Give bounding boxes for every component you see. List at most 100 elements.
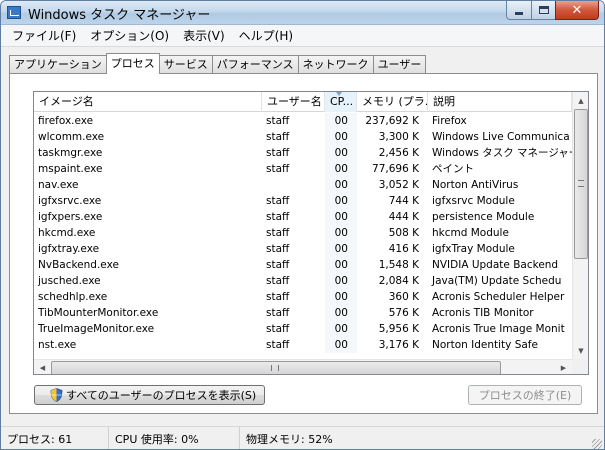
cell-description: Norton AntiVirus [432,179,519,191]
cell-memory: 1,548 K [378,259,419,271]
menu-help[interactable]: ヘルプ(H) [233,25,299,46]
table-row[interactable]: nst.exe staff 00 3,176 K Norton Identity Saf… [34,337,572,353]
title-bar[interactable]: Windows タスク マネージャー ✕ [1,1,604,25]
cell-image-name: nst.exe [38,339,77,351]
tab-applications[interactable]: アプリケーション [9,55,107,74]
vertical-scroll-thumb[interactable] [574,109,588,259]
horizontal-scrollbar[interactable]: ◀ ▶ [34,359,572,374]
cell-cpu: 00 [325,305,357,321]
cell-image-name: mspaint.exe [38,163,103,175]
end-process-button[interactable]: プロセスの終了(E) [468,385,582,405]
table-row[interactable]: hkcmd.exe staff 00 508 K hkcmd Module [34,225,572,241]
cell-memory: 744 K [388,195,419,207]
minimize-button[interactable] [506,1,532,20]
table-row[interactable]: igfxpers.exe staff 00 444 K persistence Modu… [34,209,572,225]
cell-description: ペイント [432,163,474,175]
table-row[interactable]: taskmgr.exe staff 00 2,456 K Windows タスク マネー… [34,145,572,161]
cell-cpu: 00 [325,177,357,193]
menu-view[interactable]: 表示(V) [177,25,231,46]
column-header-cpu-label: CP... [330,95,354,108]
status-bar: プロセス: 61 CPU 使用率: 0% 物理メモリ: 52% [1,426,604,449]
cell-cpu: 00 [325,193,357,209]
cell-image-name: TibMounterMonitor.exe [38,307,159,319]
process-list[interactable]: イメージ名 ユーザー名 CP... メモリ (プラ... 説明 firefox.… [33,91,589,375]
column-header-memory[interactable]: メモリ (プラ... [357,92,428,112]
scroll-left-icon[interactable]: ◀ [34,360,51,374]
tab-users[interactable]: ユーザー [372,55,427,74]
task-manager-window: Windows タスク マネージャー ✕ ファイル(F) オプション(O) 表示… [0,0,605,450]
scroll-down-icon[interactable]: ▼ [573,342,588,359]
process-rows: firefox.exe staff 00 237,692 K Firefox wlcomm… [34,113,572,360]
tab-processes[interactable]: プロセス [105,53,160,74]
menu-file[interactable]: ファイル(F) [6,25,82,46]
table-row[interactable]: jusched.exe staff 00 2,084 K Java(TM) Update… [34,273,572,289]
column-header-image-name[interactable]: イメージ名 [34,92,262,112]
cell-user-name: staff [266,291,290,303]
horizontal-scroll-thumb[interactable] [51,361,501,374]
cell-description: Norton Identity Safe [432,339,538,351]
tab-services[interactable]: サービス [158,55,213,74]
cell-image-name: wlcomm.exe [38,131,105,143]
processes-panel: イメージ名 ユーザー名 CP... メモリ (プラ... 説明 firefox.… [9,73,598,414]
list-header: イメージ名 ユーザー名 CP... メモリ (プラ... 説明 [34,92,572,112]
column-header-description[interactable]: 説明 [428,92,572,112]
table-row[interactable]: TrueImageMonitor.exe staff 00 5,956 K Acroni… [34,321,572,337]
cell-cpu: 00 [325,289,357,305]
task-manager-icon [7,6,21,19]
scroll-right-icon[interactable]: ▶ [555,360,572,374]
cell-memory: 77,696 K [372,163,419,175]
status-process-count: プロセス: 61 [1,426,109,449]
cell-description: Acronis TIB Monitor [432,307,534,319]
menu-options[interactable]: オプション(O) [84,25,175,46]
cell-image-name: igfxtray.exe [38,243,100,255]
window-title: Windows タスク マネージャー [28,8,211,23]
cell-cpu: 00 [325,209,357,225]
table-row[interactable]: wlcomm.exe staff 00 3,300 K Windows Live Com… [34,129,572,145]
cell-cpu: 00 [325,321,357,337]
tab-performance[interactable]: パフォーマンス [211,55,299,74]
cell-image-name: NvBackend.exe [38,259,119,271]
close-button[interactable]: ✕ [555,1,599,20]
cell-description: igfxTray Module [432,243,515,255]
cell-user-name: staff [266,163,290,175]
cell-image-name: igfxsrvc.exe [38,195,102,207]
maximize-button[interactable] [531,1,556,20]
cell-image-name: hkcmd.exe [38,227,96,239]
table-row[interactable]: igfxsrvc.exe staff 00 744 K igfxsrvc Module [34,193,572,209]
table-row[interactable]: mspaint.exe staff 00 77,696 K ペイント [34,161,572,177]
table-row[interactable]: firefox.exe staff 00 237,692 K Firefox [34,113,572,129]
cell-cpu: 00 [325,145,357,161]
cell-memory: 5,956 K [378,323,419,335]
cell-user-name: staff [266,227,290,239]
cell-description: hkcmd Module [432,227,509,239]
show-all-users-button[interactable]: すべてのユーザーのプロセスを表示(S) [34,385,265,405]
show-all-users-label: すべてのユーザーのプロセスを表示(S) [66,389,257,402]
tab-networking[interactable]: ネットワーク [297,55,374,74]
table-row[interactable]: nav.exe 00 3,052 K Norton AntiVirus [34,177,572,193]
menu-bar: ファイル(F) オプション(O) 表示(V) ヘルプ(H) [1,25,604,47]
cell-cpu: 00 [325,161,357,177]
cell-memory: 237,692 K [365,115,419,127]
scrollbar-corner [572,359,588,374]
cell-user-name: staff [266,115,290,127]
cell-cpu: 00 [325,273,357,289]
cell-user-name [262,177,325,193]
table-row[interactable]: TibMounterMonitor.exe staff 00 576 K Acronis… [34,305,572,321]
cell-description: NVIDIA Update Backend [432,259,559,271]
cell-description: Firefox [432,115,467,127]
sort-arrow-icon [336,92,342,96]
table-row[interactable]: NvBackend.exe staff 00 1,548 K NVIDIA Update… [34,257,572,273]
cell-user-name: staff [266,211,290,223]
cell-cpu: 00 [325,241,357,257]
scroll-up-icon[interactable]: ▲ [573,92,588,109]
column-header-cpu[interactable]: CP... [325,92,357,112]
resize-grip-icon[interactable] [592,439,602,449]
cell-image-name: jusched.exe [38,275,101,287]
column-header-user-name[interactable]: ユーザー名 [262,92,325,112]
table-row[interactable]: schedhlp.exe staff 00 360 K Acronis Schedule… [34,289,572,305]
cell-image-name: TrueImageMonitor.exe [38,323,155,335]
table-row[interactable]: igfxtray.exe staff 00 416 K igfxTray Module [34,241,572,257]
cell-memory: 508 K [388,227,419,239]
tab-strip: アプリケーション プロセス サービス パフォーマンス ネットワーク ユーザー [9,53,427,74]
vertical-scrollbar[interactable]: ▲ ▼ [572,92,588,359]
